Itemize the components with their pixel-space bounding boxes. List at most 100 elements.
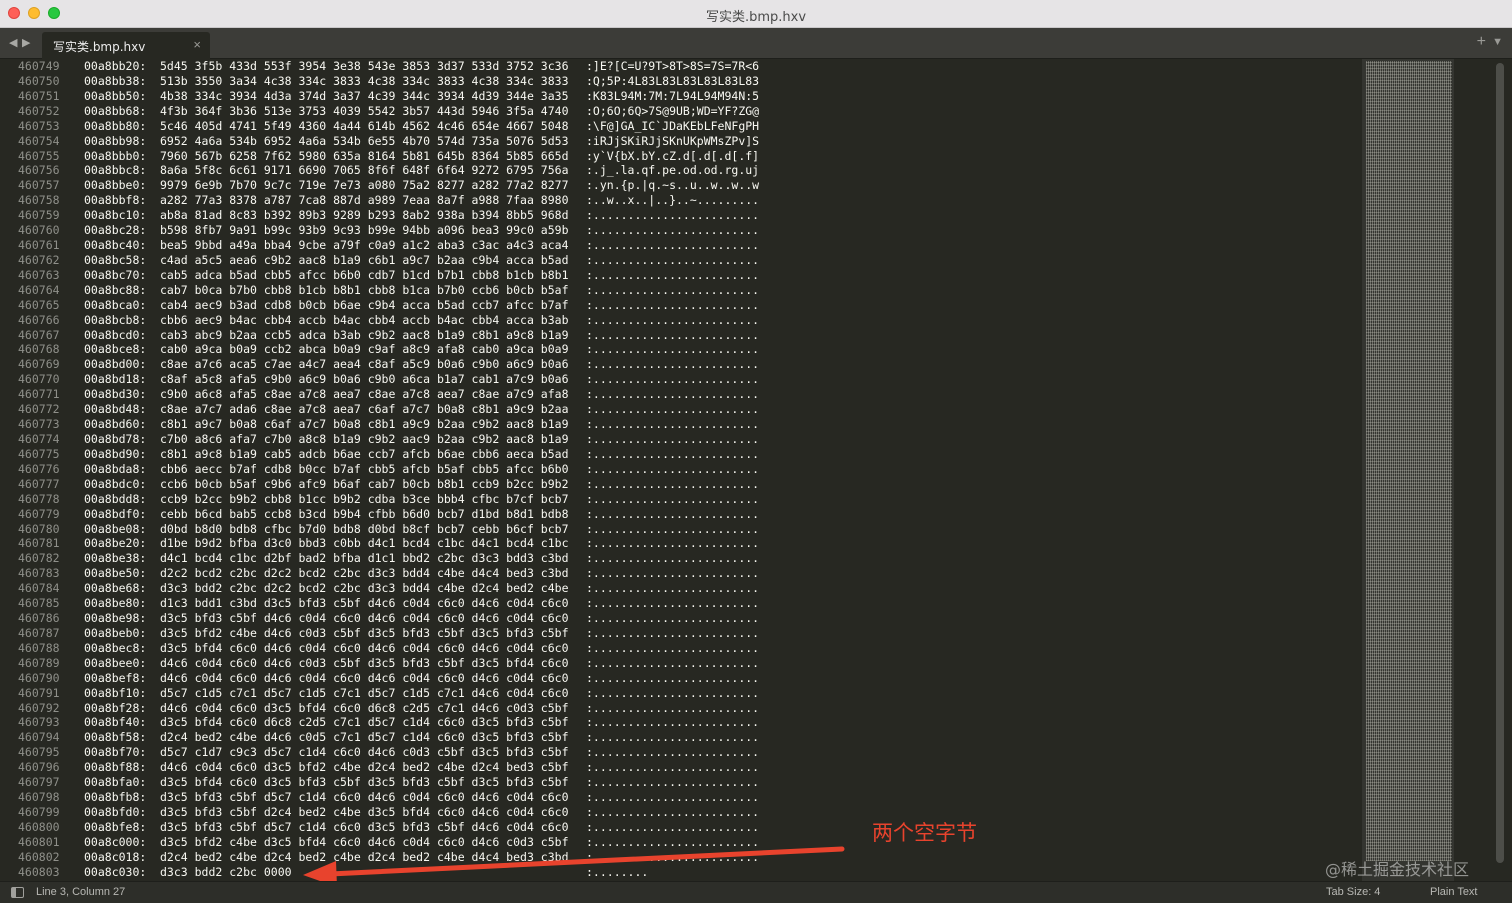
hex-line[interactable]: 460783 00a8be50: d2c2 bcd2 c2bc d2c2 bcd2 …	[0, 566, 780, 581]
hex-line[interactable]: 460766 00a8bcb8: cbb6 aec9 b4ac cbb4 accb …	[0, 313, 780, 328]
hex-line[interactable]: 460802 00a8c018: d2c4 bed2 c4be d2c4 bed2 …	[0, 850, 780, 865]
close-tab-icon[interactable]: ×	[193, 37, 201, 52]
hex-line[interactable]: 460763 00a8bc70: cab5 adca b5ad cbb5 afcc …	[0, 268, 780, 283]
hex-line[interactable]: 460793 00a8bf40: d3c5 bfd4 c6c0 d6c8 c2d5 …	[0, 715, 780, 730]
syntax-indicator[interactable]: Plain Text	[1430, 886, 1478, 898]
hex-line[interactable]: 460791 00a8bf10: d5c7 c1d5 c7c1 d5c7 c1d5 …	[0, 686, 780, 701]
hex-line[interactable]: 460762 00a8bc58: c4ad a5c5 aea6 c9b2 aac8 …	[0, 253, 780, 268]
line-number: 460775	[18, 446, 60, 461]
hex-line[interactable]: 460781 00a8be20: d1be b9d2 bfba d3c0 bbd3 …	[0, 536, 780, 551]
hex-line[interactable]: 460776 00a8bda8: cbb6 aecc b7af cdb8 b0cc …	[0, 462, 780, 477]
tab-size-indicator[interactable]: Tab Size: 4	[1326, 886, 1380, 898]
hex-line[interactable]: 460787 00a8beb0: d3c5 bfd2 c4be d4c6 c0d3 …	[0, 626, 780, 641]
hex-line[interactable]: 460777 00a8bdc0: ccb6 b0cb b5af c9b6 afc9 …	[0, 477, 780, 492]
hex-line[interactable]: 460785 00a8be80: d1c3 bdd1 c3bd d3c5 bfd3 …	[0, 596, 780, 611]
address: 00a8bfb8:	[84, 790, 147, 805]
line-number: 460774	[18, 432, 60, 446]
hex-line[interactable]: 460779 00a8bdf0: cebb b6cd bab5 ccb8 b3cd …	[0, 507, 780, 522]
line-number: 460800	[18, 819, 60, 834]
vertical-scrollbar[interactable]	[1496, 63, 1504, 863]
hex-line[interactable]: 460770 00a8bd18: c8af a5c8 afa5 c9b0 a6c9 …	[0, 372, 780, 387]
hex-line[interactable]: 460750 00a8bb38: 513b 3550 3a34 4c38 334c …	[0, 74, 780, 89]
hex-line[interactable]: 460758 00a8bbf8: a282 77a3 8378 a787 7ca8 …	[0, 193, 780, 208]
hex-line[interactable]: 460751 00a8bb50: 4b38 334c 3934 4d3a 374d …	[0, 89, 780, 104]
address: 00a8bb50:	[84, 88, 147, 103]
hex-line[interactable]: 460757 00a8bbe0: 9979 6e9b 7b70 9c7c 719e …	[0, 178, 780, 193]
hex-line[interactable]: 460767 00a8bcd0: cab3 abc9 b2aa ccb5 adca …	[0, 328, 780, 343]
address: 00a8bbb0:	[84, 148, 147, 163]
hex-line[interactable]: 460803 00a8c030: d3c3 bdd2 c2bc 0000:.....…	[0, 865, 780, 880]
hex-line[interactable]: 460794 00a8bf58: d2c4 bed2 c4be d4c6 c0d5 …	[0, 730, 780, 745]
hex-bytes: 9979 6e9b 7b70 9c7c 719e 7e73 a080 75a2 …	[160, 178, 569, 193]
hex-bytes: c8ae a7c7 ada6 c8ae a7c8 aea7 c6af a7c7 …	[160, 402, 569, 417]
line-number: 460770	[18, 372, 60, 387]
line-number: 460760	[18, 223, 60, 238]
tab-active-file[interactable]: 写实类.bmp.hxv ×	[42, 32, 210, 59]
hex-line[interactable]: 460798 00a8bfb8: d3c5 bfd3 c5bf d5c7 c1d4 …	[0, 790, 780, 805]
hex-line[interactable]: 460788 00a8bec8: d3c5 bfd4 c6c0 d4c6 c0d4 …	[0, 641, 780, 656]
hex-line[interactable]: 460801 00a8c000: d3c5 bfd2 c4be d3c5 bfd4 …	[0, 835, 780, 850]
hex-line[interactable]: 460764 00a8bc88: cab7 b0ca b7b0 cbb8 b1cb …	[0, 283, 780, 298]
line-number: 460757	[18, 178, 60, 193]
hex-line[interactable]: 460775 00a8bd90: c8b1 a9c8 b1a9 cab5 adcb …	[0, 447, 780, 462]
hex-editor-view[interactable]: 460749 00a8bb20: 5d45 3f5b 433d 553f 3954 …	[0, 59, 1512, 881]
hex-line[interactable]: 460789 00a8bee0: d4c6 c0d4 c6c0 d4c6 c0d3 …	[0, 656, 780, 671]
hex-bytes: 4b38 334c 3934 4d3a 374d 3a37 4c39 344c …	[160, 88, 569, 103]
hex-bytes: d3c5 bfd2 c4be d3c5 bfd4 c6c0 d4c6 c0d4 …	[160, 834, 569, 849]
new-tab-icon[interactable]: +	[1477, 33, 1486, 51]
address: 00a8bcd0:	[84, 327, 147, 342]
hex-line[interactable]: 460753 00a8bb80: 5c46 405d 4741 5f49 4360 …	[0, 119, 780, 134]
hex-line[interactable]: 460772 00a8bd48: c8ae a7c7 ada6 c8ae a7c8 …	[0, 402, 780, 417]
hex-line[interactable]: 460756 00a8bbc8: 8a6a 5f8c 6c61 9171 6690 …	[0, 163, 780, 178]
line-number: 460764	[18, 282, 60, 297]
hex-bytes: d3c5 bfd2 c4be d4c6 c0d3 c5bf d3c5 bfd3 …	[160, 625, 569, 640]
line-number: 460802	[18, 849, 60, 864]
hex-line[interactable]: 460755 00a8bbb0: 7960 567b 6258 7f62 5980 …	[0, 149, 780, 164]
ascii-column: :........................	[586, 297, 760, 312]
hex-line[interactable]: 460760 00a8bc28: b598 8fb7 9a91 b99c 93b9 …	[0, 223, 780, 238]
minimap-viewport[interactable]	[1362, 59, 1454, 881]
hex-line[interactable]: 460778 00a8bdd8: ccb9 b2cc b9b2 cbb8 b1cc …	[0, 492, 780, 507]
hex-line[interactable]: 460765 00a8bca0: cab4 aec9 b3ad cdb8 b0cb …	[0, 298, 780, 313]
hex-line[interactable]: 460784 00a8be68: d3c3 bdd2 c2bc d2c2 bcd2 …	[0, 581, 780, 596]
hex-line[interactable]: 460773 00a8bd60: c8b1 a9c7 b0a8 c6af a7c7 …	[0, 417, 780, 432]
hex-line[interactable]: 460792 00a8bf28: d4c6 c0d4 c6c0 d3c5 bfd4 …	[0, 701, 780, 716]
minimap[interactable]	[1362, 59, 1454, 881]
hex-line[interactable]: 460800 00a8bfe8: d3c5 bfd3 c5bf d5c7 c1d4 …	[0, 820, 780, 835]
sidebar-toggle-icon[interactable]	[11, 887, 24, 898]
hex-line[interactable]: 460759 00a8bc10: ab8a 81ad 8c83 b392 89b3 …	[0, 208, 780, 223]
cursor-position[interactable]: Line 3, Column 27	[36, 886, 125, 898]
hex-line[interactable]: 460799 00a8bfd0: d3c5 bfd3 c5bf d2c4 bed2 …	[0, 805, 780, 820]
line-number: 460749	[18, 59, 60, 73]
tab-menu-icon[interactable]: ▼	[1492, 36, 1503, 48]
forward-arrow-icon[interactable]: ▶	[22, 36, 30, 49]
hex-line[interactable]: 460749 00a8bb20: 5d45 3f5b 433d 553f 3954 …	[0, 59, 780, 74]
hex-line[interactable]: 460786 00a8be98: d3c5 bfd3 c5bf d4c6 c0d4 …	[0, 611, 780, 626]
hex-line[interactable]: 460780 00a8be08: d0bd b8d0 bdb8 cfbc b7d0 …	[0, 522, 780, 537]
back-arrow-icon[interactable]: ◀	[9, 36, 17, 49]
hex-line[interactable]: 460774 00a8bd78: c7b0 a8c6 afa7 c7b0 a8c8 …	[0, 432, 780, 447]
ascii-column: :........................	[586, 536, 760, 551]
line-number: 460759	[18, 208, 60, 223]
address: 00a8bb68:	[84, 103, 147, 118]
hex-line[interactable]: 460782 00a8be38: d4c1 bcd4 c1bc d2bf bad2 …	[0, 551, 780, 566]
hex-line[interactable]: 460771 00a8bd30: c9b0 a6c8 afa5 c8ae a7c8 …	[0, 387, 780, 402]
hex-line[interactable]: 460761 00a8bc40: bea5 9bbd a49a bba4 9cbe …	[0, 238, 780, 253]
hex-line[interactable]: 460790 00a8bef8: d4c6 c0d4 c6c0 d4c6 c0d4 …	[0, 671, 780, 686]
address: 00a8c030:	[84, 864, 147, 879]
hex-line[interactable]: 460796 00a8bf88: d4c6 c0d4 c6c0 d3c5 bfd2 …	[0, 760, 780, 775]
ascii-column: :........................	[586, 372, 760, 387]
line-number: 460779	[18, 506, 60, 521]
hex-line[interactable]: 460795 00a8bf70: d5c7 c1d7 c9c3 d5c7 c1d4 …	[0, 745, 780, 760]
hex-line[interactable]: 460754 00a8bb98: 6952 4a6a 534b 6952 4a6a …	[0, 134, 780, 149]
ascii-column: :........................	[586, 581, 760, 596]
ascii-column: :........................	[586, 476, 760, 491]
hex-line[interactable]: 460797 00a8bfa0: d3c5 bfd4 c6c0 d3c5 bfd3 …	[0, 775, 780, 790]
line-number: 460776	[18, 461, 60, 476]
hex-line[interactable]: 460768 00a8bce8: cab0 a9ca b0a9 ccb2 abca …	[0, 342, 780, 357]
address: 00a8bdf0:	[84, 506, 147, 521]
hex-line[interactable]: 460752 00a8bb68: 4f3b 364f 3b36 513e 3753 …	[0, 104, 780, 119]
hex-bytes: d3c5 bfd3 c5bf d5c7 c1d4 c6c0 d4c6 c0d4 …	[160, 790, 569, 805]
hex-line[interactable]: 460769 00a8bd00: c8ae a7c6 aca5 c7ae a4c7 …	[0, 357, 780, 372]
address: 00a8c000:	[84, 834, 147, 849]
